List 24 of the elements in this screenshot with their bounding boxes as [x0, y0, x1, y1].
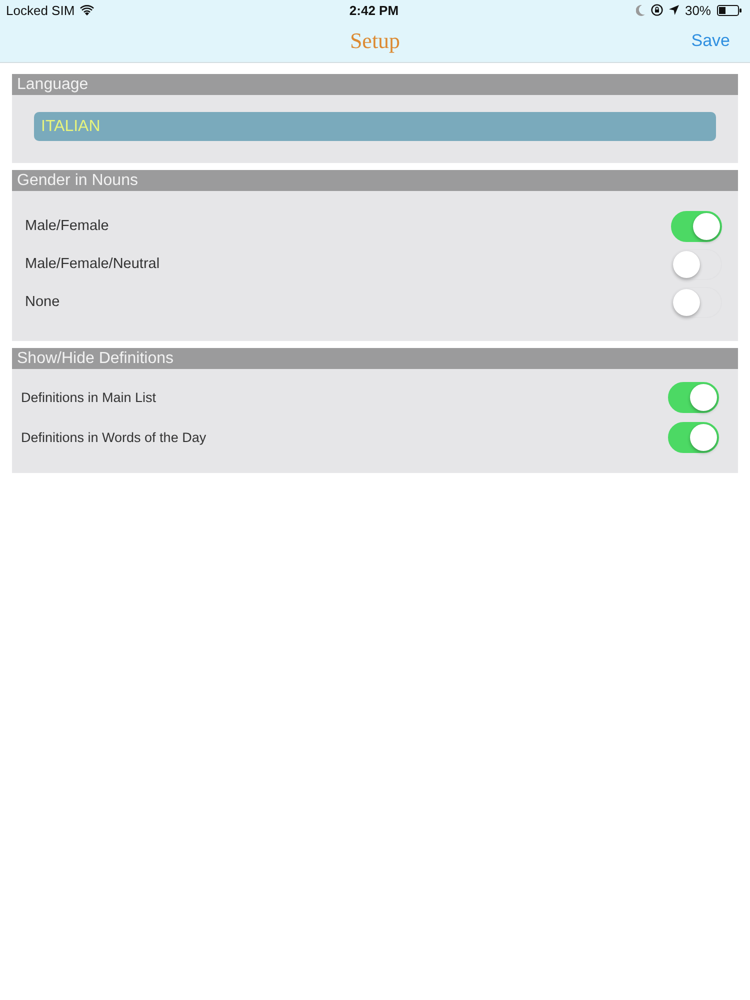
battery-icon [717, 4, 742, 16]
section-header: Language [12, 74, 738, 95]
moon-icon [636, 4, 645, 16]
screen-title: Setup [350, 28, 400, 54]
section-header: Gender in Nouns [12, 170, 738, 191]
toggle-switch[interactable] [668, 382, 719, 412]
battery-percentage: 30% [684, 2, 711, 18]
toggle-switch[interactable] [671, 286, 722, 318]
save-button[interactable]: Save [691, 31, 730, 51]
option-label: Definitions in Words of the Day [21, 430, 206, 444]
toggle-switch[interactable] [668, 422, 719, 452]
option-label: Definitions in Main List [21, 390, 156, 404]
toggle-switch[interactable] [671, 248, 722, 280]
toggle-switch[interactable] [671, 210, 722, 242]
option-label: Male/Female [25, 218, 109, 234]
rotation-lock-icon [650, 4, 663, 16]
section-header: Show/Hide Definitions [12, 348, 738, 369]
option-label: None [25, 294, 60, 310]
language-picker[interactable]: ITALIAN [34, 112, 716, 141]
clock-time: 2:42 PM [349, 2, 399, 18]
carrier-label: Locked SIM [6, 2, 75, 18]
wifi-icon [80, 4, 94, 16]
location-arrow-icon [668, 5, 679, 15]
option-label: Male/Female/Neutral [25, 256, 160, 272]
